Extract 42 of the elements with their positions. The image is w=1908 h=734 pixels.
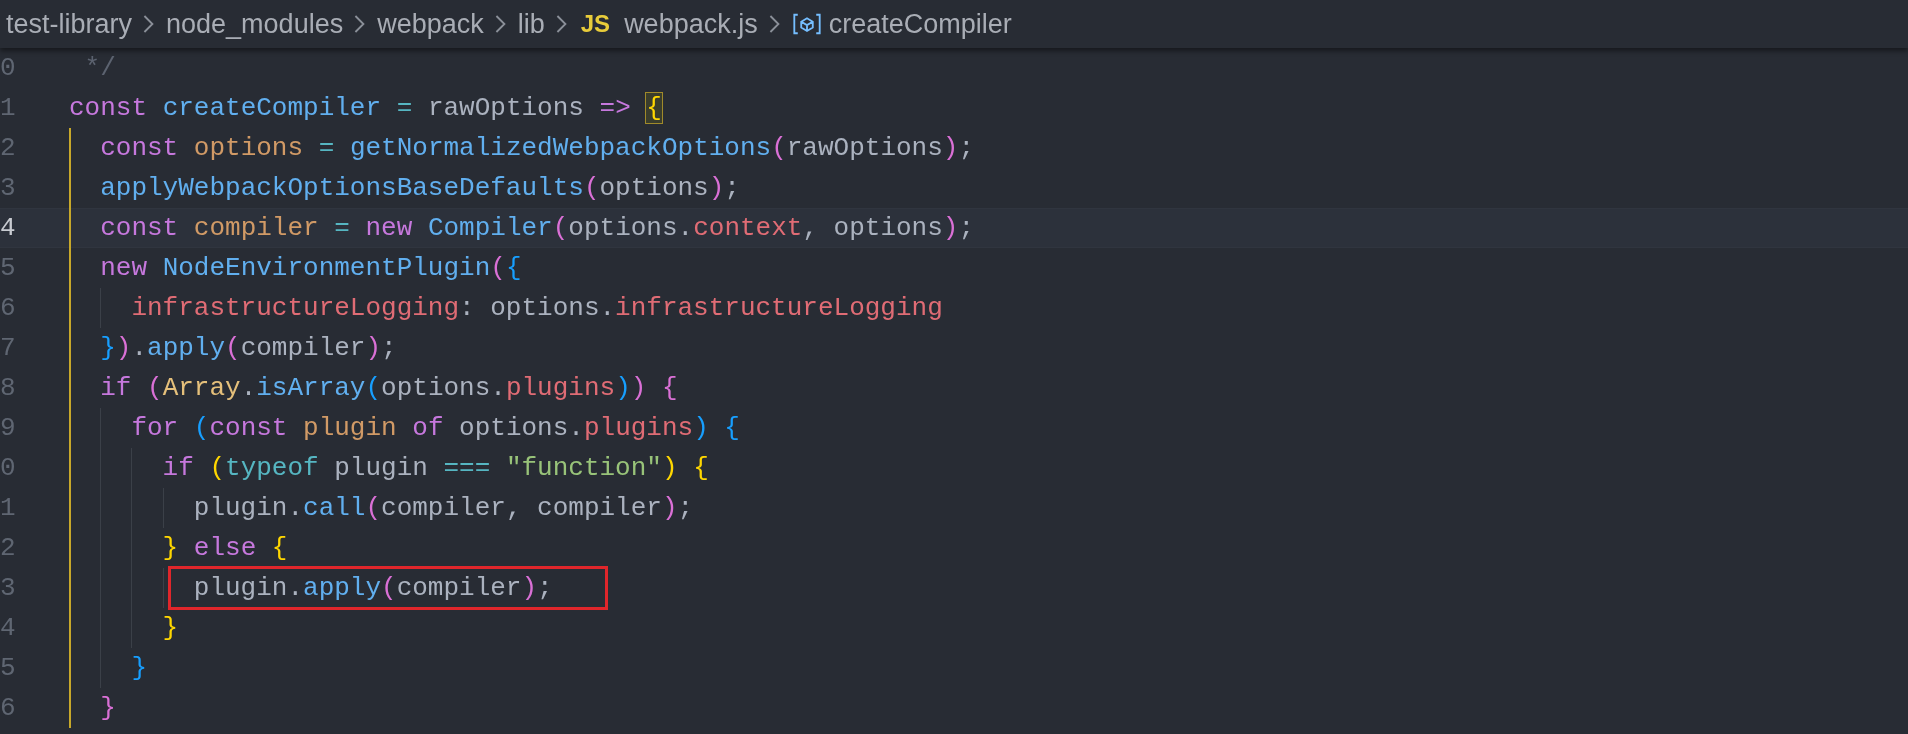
code-line: */	[84, 52, 116, 85]
file-type-icon: JS	[580, 6, 611, 42]
breadcrumb-item[interactable]: createCompiler	[828, 3, 1012, 45]
breadcrumb-item[interactable]: node_modules	[166, 3, 344, 45]
line-number: 2	[0, 532, 17, 565]
line-number: 5	[0, 252, 17, 285]
code-line: const options = getNormalizedWebpackOptions(rawOptions);	[100, 132, 974, 165]
code-line: const compiler = new Compiler(options.context, options);	[100, 212, 975, 245]
code-line: }	[131, 652, 147, 685]
code-line: }	[162, 612, 179, 645]
line-number: 5	[0, 652, 17, 685]
line-number: 6	[0, 292, 17, 325]
code-line: const createCompiler = rawOptions => {	[69, 92, 662, 125]
line-number: 7	[0, 332, 17, 365]
code-line: }	[100, 692, 116, 725]
line-number: 3	[0, 172, 17, 205]
line-number: 3	[0, 572, 17, 605]
breadcrumb-item[interactable]: webpack	[377, 3, 484, 45]
line-number: 0	[0, 52, 17, 85]
line-number: 1	[0, 92, 17, 125]
code-line: plugin.apply(compiler);	[193, 573, 553, 603]
line-number: 0	[0, 452, 17, 485]
code-line: for (const plugin of options.plugins) {	[131, 412, 740, 445]
code-line: if (Array.isArray(options.plugins)) {	[100, 372, 678, 405]
code-line: if (typeof plugin === "function") {	[162, 452, 709, 485]
line-number: 4	[0, 212, 17, 245]
code-line: applyWebpackOptionsBaseDefaults(options);	[100, 172, 740, 205]
code-line: } else {	[162, 532, 288, 565]
bracketed-box-icon	[791, 12, 822, 36]
code-line: plugin.call(compiler, compiler);	[193, 492, 694, 525]
code-line: new NodeEnvironmentPlugin({	[100, 252, 522, 285]
code-line: infrastructureLogging: options.infrastructureLogging	[131, 292, 943, 325]
line-number: 1	[0, 492, 17, 525]
breadcrumb-item[interactable]: webpack.js	[624, 3, 758, 45]
line-number: 2	[0, 132, 17, 165]
line-number: 9	[0, 412, 17, 445]
code-line: }).apply(compiler);	[100, 332, 397, 365]
line-number: 8	[0, 372, 17, 405]
breadcrumb-item[interactable]: lib	[517, 3, 545, 45]
line-number: 4	[0, 612, 17, 645]
breadcrumb-item[interactable]: test-library	[6, 3, 133, 45]
line-number: 6	[0, 692, 17, 725]
